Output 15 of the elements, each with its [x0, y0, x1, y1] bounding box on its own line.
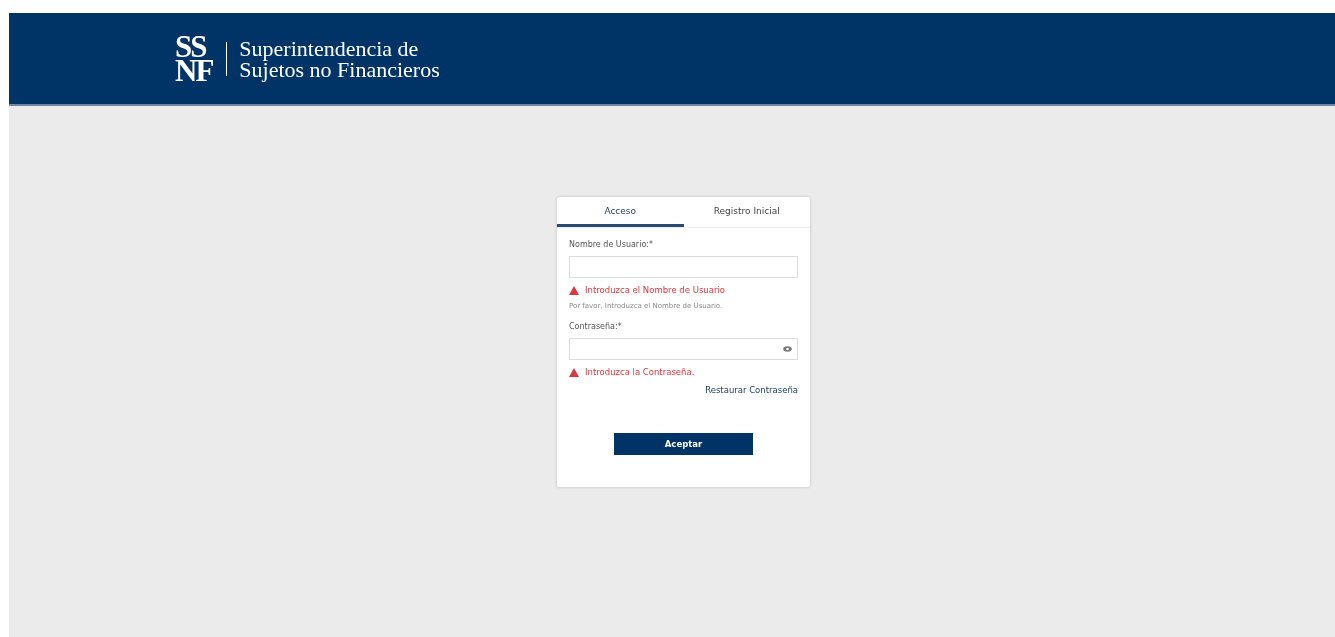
field-label: Contraseña:*	[569, 322, 623, 331]
logo-mark: SS NF	[175, 34, 213, 83]
restore-password-link[interactable]: Restaurar Contraseña	[705, 385, 798, 395]
submit-button[interactable]: Aceptar	[614, 433, 753, 455]
warning-icon	[569, 285, 579, 295]
warning-icon	[569, 367, 579, 377]
site-title: Superintendencia de	[239, 37, 420, 59]
tab[interactable]: Acceso	[557, 197, 684, 227]
password-field[interactable]	[569, 338, 798, 360]
field-label: Nombre de Usuario:*	[569, 240, 654, 249]
error-message: Introduzca el Nombre de Usuario	[585, 285, 725, 295]
tab[interactable]: Registro Inicial	[683, 197, 810, 227]
eye-icon[interactable]	[783, 346, 792, 352]
username-field[interactable]	[569, 256, 798, 278]
error-message: Introduzca la Contraseña.	[585, 367, 695, 377]
